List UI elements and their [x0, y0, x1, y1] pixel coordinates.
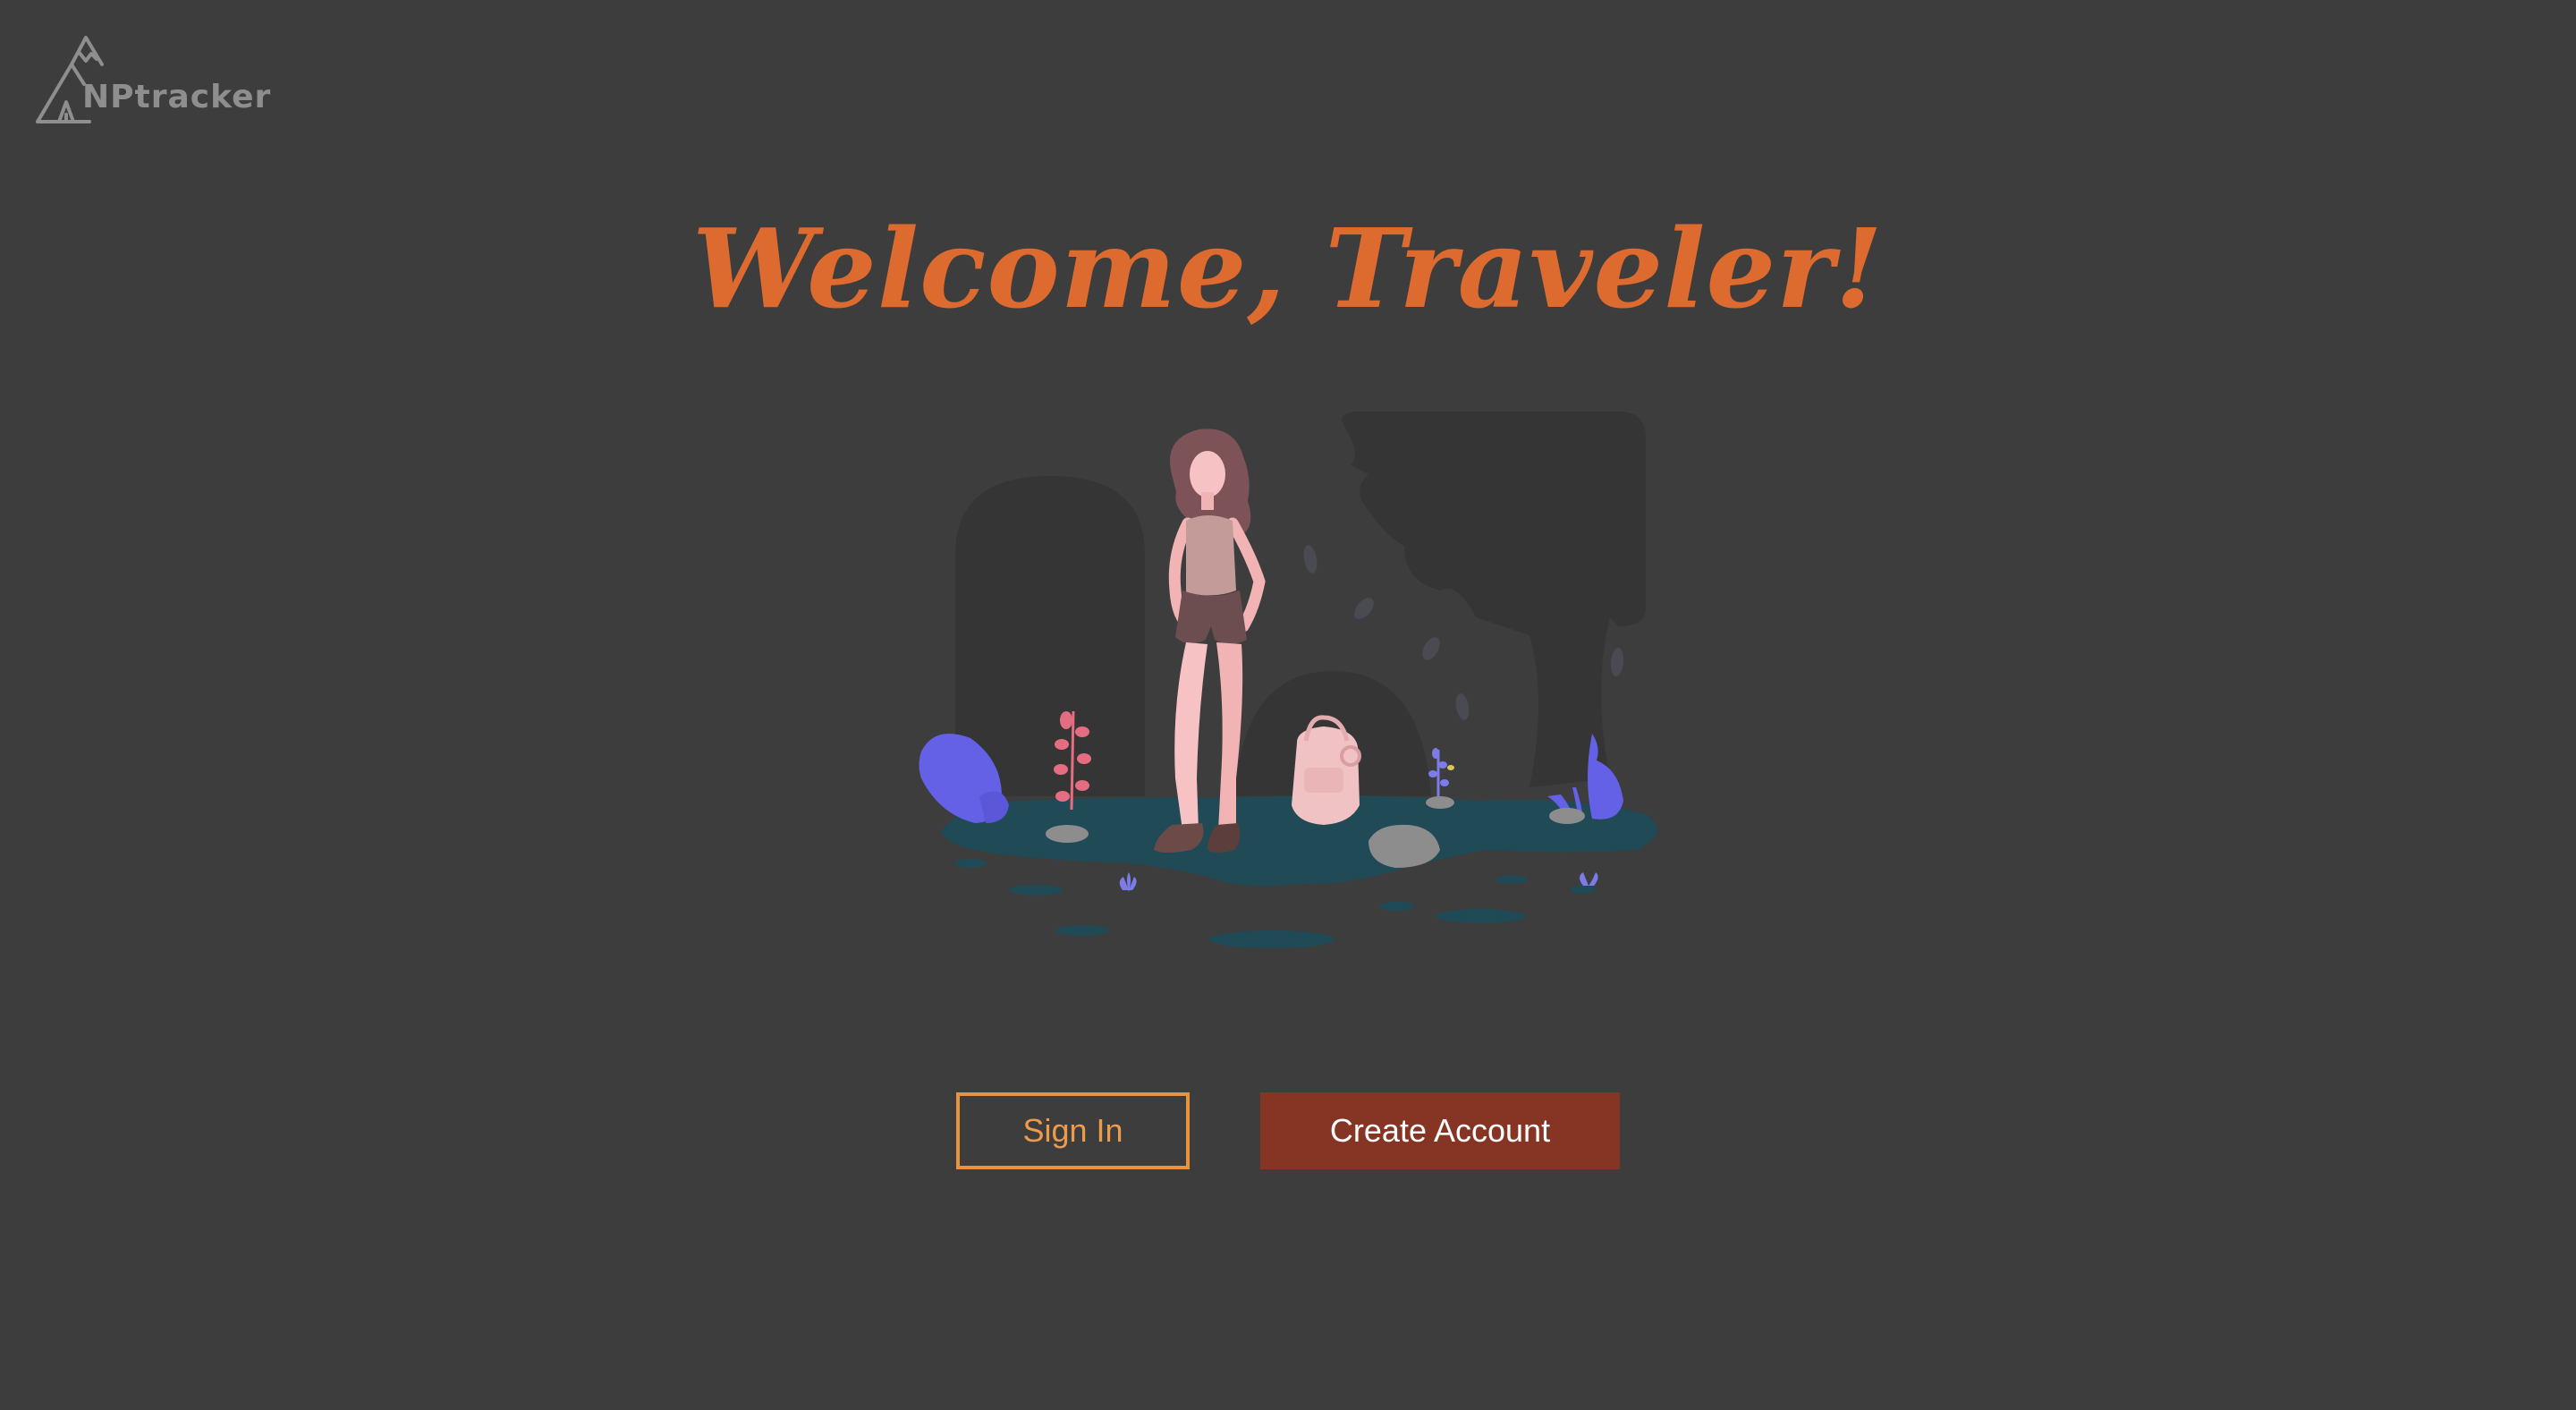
- hiker-illustration: [919, 412, 1657, 948]
- ground: [941, 795, 1657, 948]
- page-title: Welcome, Traveler!: [692, 204, 1884, 333]
- app-logo[interactable]: NPtracker: [32, 32, 270, 131]
- sign-in-button[interactable]: Sign In: [956, 1092, 1190, 1169]
- welcome-page: NPtracker Welcome, Traveler! Sign In Cre…: [0, 0, 2576, 1410]
- brand-name: NPtracker: [82, 79, 272, 115]
- purple-plant-small: [1428, 748, 1454, 801]
- create-account-button[interactable]: Create Account: [1260, 1092, 1620, 1169]
